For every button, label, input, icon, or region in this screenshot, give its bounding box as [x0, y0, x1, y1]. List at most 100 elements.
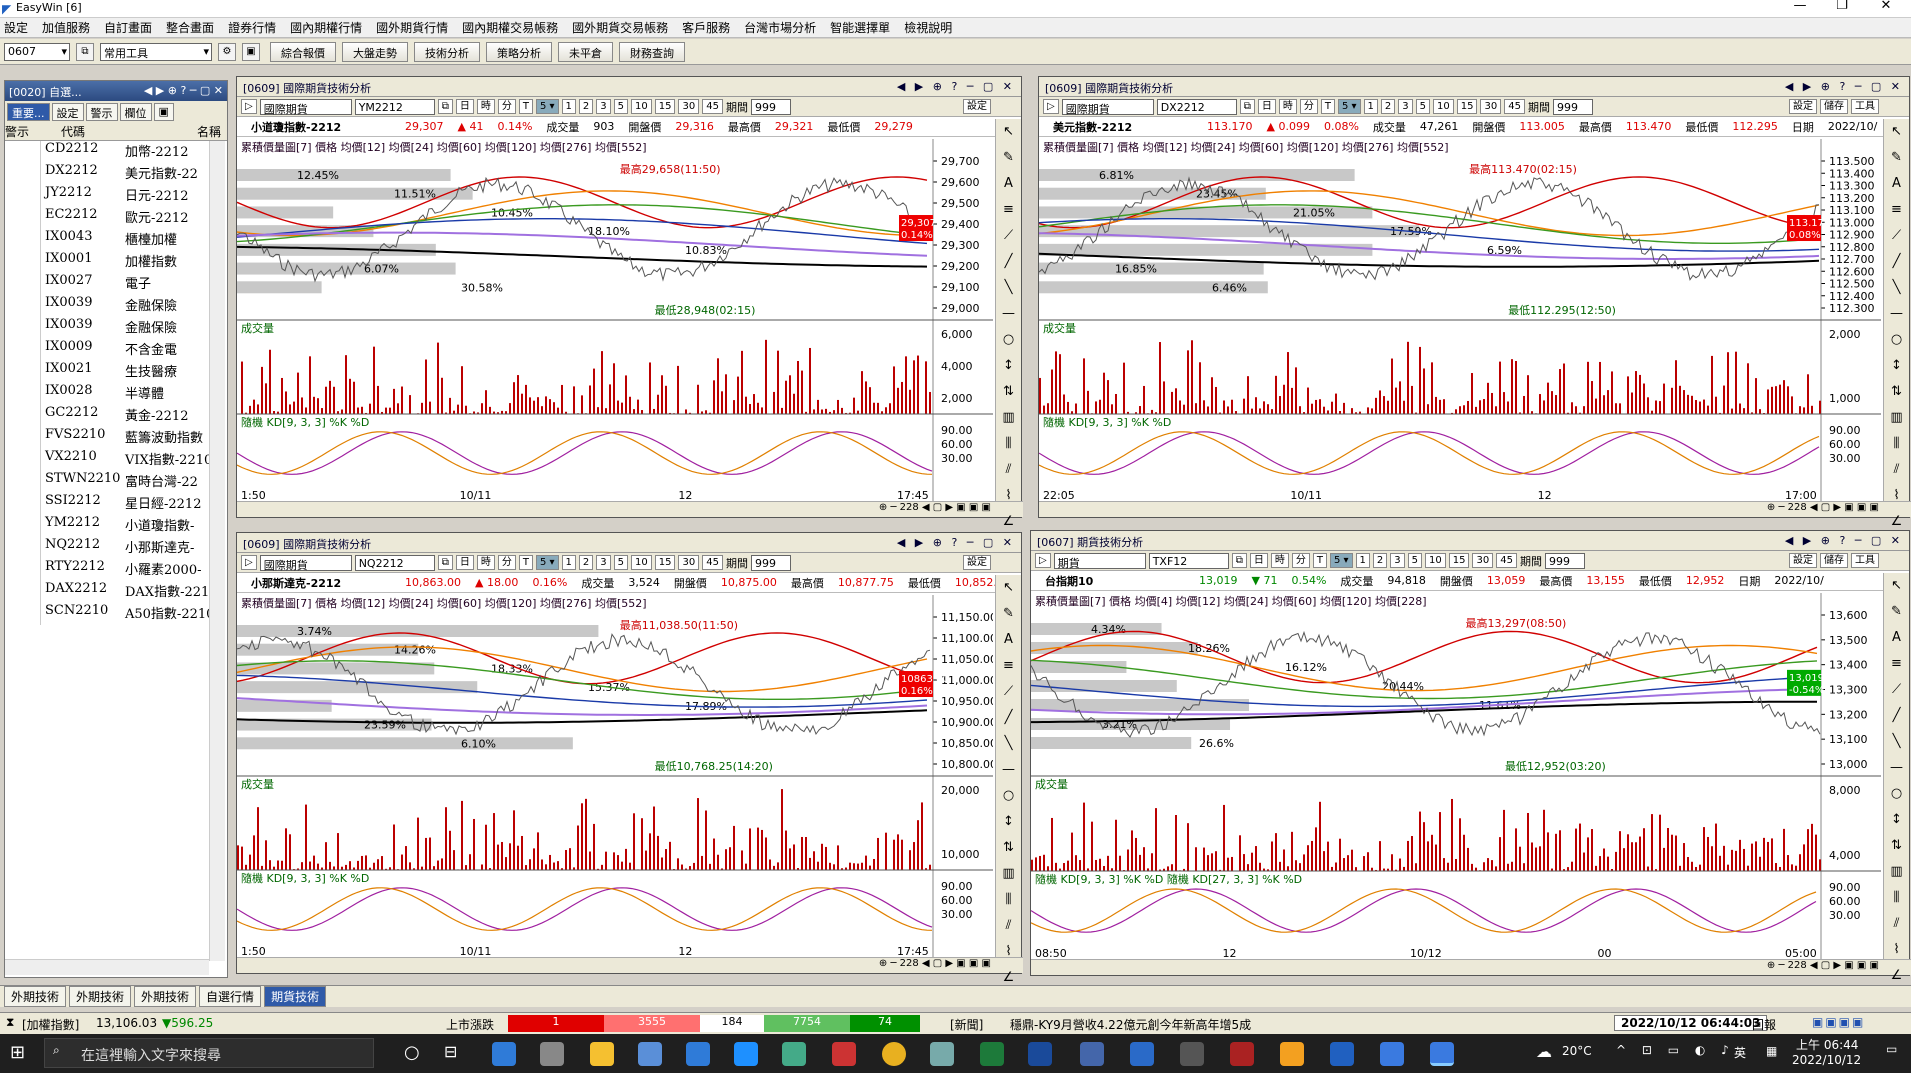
drawing-tool-icon[interactable]: —: [996, 757, 1021, 783]
app10-icon[interactable]: [1330, 1042, 1354, 1066]
menu-item[interactable]: 檢視說明: [904, 19, 952, 36]
drawing-tool-icon[interactable]: ≡: [1884, 651, 1909, 677]
ime-indicator[interactable]: 英: [1734, 1044, 1746, 1061]
watchlist-row[interactable]: RTY2212 小羅素2000-: [5, 559, 227, 581]
interval-button[interactable]: 5: [1407, 553, 1423, 568]
chart-scroll-strip[interactable]: ⊕ ─ 228 ◀ ▢ ▶ ▣ ▣ ▣: [237, 957, 1023, 973]
interval-select[interactable]: 5 ▾: [535, 555, 559, 570]
drawing-tool-icon[interactable]: —: [1884, 301, 1909, 327]
timeframe-button[interactable]: T: [518, 555, 533, 570]
timeframe-button[interactable]: 日: [455, 99, 474, 114]
interval-button[interactable]: 2: [578, 99, 594, 114]
timeframe-button[interactable]: 分: [497, 555, 516, 570]
drawing-tool-icon[interactable]: ⫼: [996, 431, 1021, 457]
drawing-tool-icon[interactable]: ▥: [996, 405, 1021, 431]
drawing-tool-icon[interactable]: ⟋: [996, 679, 1021, 705]
toolbar-button[interactable]: 大盤走勢: [342, 41, 408, 62]
refresh-icon[interactable]: ▣: [153, 103, 174, 121]
minimize-icon[interactable]: —: [1780, 0, 1820, 16]
watchlist-tab[interactable]: 重要...: [7, 103, 50, 121]
interval-button[interactable]: 5: [613, 555, 629, 570]
watchlist-row[interactable]: YM2212 小道瓊指數-: [5, 515, 227, 537]
watchlist-row[interactable]: EC2212 歐元-2212: [5, 207, 227, 229]
menu-item[interactable]: 客戶服務: [682, 19, 730, 36]
menu-item[interactable]: 國外期貨行情: [376, 19, 448, 36]
drawing-tool-icon[interactable]: ╱: [996, 249, 1021, 275]
settings-button[interactable]: 設定: [1789, 99, 1817, 114]
interval-button[interactable]: 30: [1472, 553, 1494, 568]
play-icon[interactable]: ▷: [241, 99, 257, 114]
drawing-tool-icon[interactable]: ⫽: [996, 457, 1021, 483]
market-select[interactable]: 國際期貨: [259, 554, 352, 572]
interval-select[interactable]: 5 ▾: [1337, 99, 1361, 114]
watchlist-row[interactable]: DAX2212 DAX指數-2212: [5, 581, 227, 603]
timeframe-button[interactable]: T: [518, 99, 533, 114]
interval-button[interactable]: 30: [1480, 99, 1502, 114]
bottom-tab[interactable]: 外期技術: [69, 986, 132, 1007]
menu-item[interactable]: 智能選擇單: [830, 19, 890, 36]
interval-button[interactable]: 1: [1355, 553, 1370, 568]
drawing-tool-icon[interactable]: ≡: [996, 653, 1021, 679]
drawing-tool-icon[interactable]: ↖: [1884, 119, 1909, 145]
drawing-tool-icon[interactable]: ⇅: [996, 835, 1021, 861]
col-name[interactable]: 名稱: [121, 123, 221, 140]
taskbar-search-box[interactable]: ⌕ 在這裡輸入文字來搜尋: [44, 1038, 374, 1068]
chrome-icon[interactable]: [882, 1042, 906, 1066]
toolbar-button[interactable]: 技術分析: [414, 41, 480, 62]
interval-button[interactable]: 3: [1390, 553, 1405, 568]
watchlist-row[interactable]: IX0028 半導體: [5, 383, 227, 405]
drawing-tool-icon[interactable]: ╲: [1884, 729, 1909, 755]
copy-icon[interactable]: ⧉: [1239, 99, 1255, 114]
app5-icon[interactable]: [1080, 1042, 1104, 1066]
menu-item[interactable]: 台灣市場分析: [744, 19, 816, 36]
drawing-tool-icon[interactable]: ⫼: [1884, 885, 1909, 911]
weather-temp[interactable]: 20°C: [1562, 1044, 1592, 1058]
zoom-controls[interactable]: ⊕ ─: [1767, 960, 1788, 971]
news-ticker[interactable]: 穩鼎-KY9月營收4.22億元創今年新高年增5成: [1010, 1016, 1251, 1033]
drawing-tool-icon[interactable]: ⟋: [1884, 677, 1909, 703]
watchlist-row[interactable]: NQ2212 小那斯達克-: [5, 537, 227, 559]
watchlist-row[interactable]: IX0027 電子: [5, 273, 227, 295]
symbol-select[interactable]: NQ2212: [354, 554, 435, 571]
interval-button[interactable]: 3: [1398, 99, 1413, 114]
easywin-active-icon[interactable]: [1430, 1042, 1454, 1066]
watchlist-row[interactable]: JY2212 日元-2212: [5, 185, 227, 207]
drawing-tool-icon[interactable]: A: [1884, 171, 1909, 197]
period-input[interactable]: 999: [1552, 98, 1593, 115]
interval-button[interactable]: 5: [613, 99, 629, 114]
drawing-tool-icon[interactable]: ↕: [1884, 353, 1909, 379]
col-code[interactable]: 代碼: [41, 123, 121, 140]
interval-select[interactable]: 5 ▾: [1329, 553, 1353, 568]
save-button[interactable]: 儲存: [1820, 553, 1848, 568]
gear-icon[interactable]: ⚙: [218, 42, 236, 61]
drawing-tool-icon[interactable]: ○: [996, 327, 1021, 353]
interval-button[interactable]: 2: [1380, 99, 1396, 114]
drawing-tool-icon[interactable]: ○: [1884, 781, 1909, 807]
panel-window-controls[interactable]: ◀ ▶ ⊕ ? ─ ▢ ✕: [897, 80, 1015, 93]
word-icon[interactable]: [1028, 1042, 1052, 1066]
watchlist-row[interactable]: IX0001 加權指數: [5, 251, 227, 273]
tools-button[interactable]: 工具: [1851, 553, 1879, 568]
interval-button[interactable]: 30: [678, 99, 700, 114]
menu-item[interactable]: 整合畫面: [166, 19, 214, 36]
copy-icon[interactable]: ⧉: [437, 555, 453, 570]
bottom-tab[interactable]: 外期技術: [4, 986, 67, 1007]
drawing-tool-icon[interactable]: ↖: [996, 119, 1021, 145]
price-chart-svg[interactable]: 累積價量圖[7] 價格 均價[12] 均價[24] 均價[60] 均價[120]…: [1039, 139, 1881, 501]
drawing-tool-icon[interactable]: ⫽: [1884, 457, 1909, 483]
ie-icon[interactable]: [734, 1042, 758, 1066]
taskbar-time[interactable]: 上午 06:44: [1796, 1036, 1858, 1053]
timeframe-button[interactable]: 分: [1291, 553, 1310, 568]
app2-icon[interactable]: [782, 1042, 806, 1066]
app9-icon[interactable]: [1280, 1042, 1304, 1066]
interval-select[interactable]: 5 ▾: [535, 99, 559, 114]
watchlist-row[interactable]: SSI2212 星日經-2212: [5, 493, 227, 515]
drawing-tool-icon[interactable]: ↕: [1884, 807, 1909, 833]
drawing-tool-icon[interactable]: ╱: [1884, 249, 1909, 275]
drawing-tool-icon[interactable]: —: [996, 301, 1021, 327]
screen-code-select[interactable]: 0607 ▾: [4, 42, 70, 61]
interval-button[interactable]: 2: [578, 555, 594, 570]
drawing-tool-icon[interactable]: ╱: [996, 705, 1021, 731]
menu-item[interactable]: 設定: [4, 19, 28, 36]
timeframe-button[interactable]: 分: [1299, 99, 1318, 114]
